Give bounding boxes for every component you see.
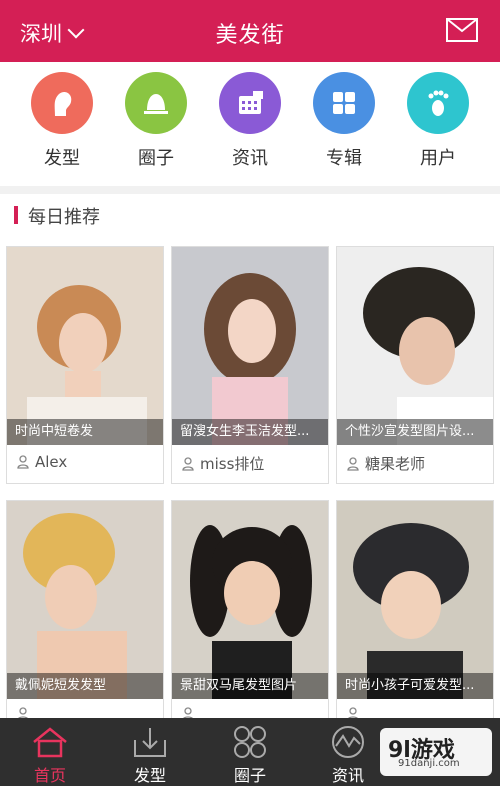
- category-bar: 发型 圈子 资讯 专辑 用户: [0, 62, 500, 186]
- profile-head-icon: [31, 72, 93, 134]
- card-caption: 时尚小孩子可爱发型...: [337, 673, 493, 699]
- card-caption: 景甜双马尾发型图片: [172, 673, 328, 699]
- user-icon: [182, 456, 194, 471]
- recommend-card[interactable]: 时尚中短卷发 Alex: [6, 246, 164, 484]
- footprint-icon: [407, 72, 469, 134]
- author-name: Alex: [35, 453, 68, 471]
- watermark-url: 91danji.com: [398, 758, 460, 769]
- category-label: 资讯: [232, 148, 268, 169]
- tab-news[interactable]: 资讯: [308, 724, 388, 786]
- grid-dots-icon: [219, 72, 281, 134]
- category-album[interactable]: 专辑: [304, 72, 384, 170]
- hairstyle-photo: [172, 501, 328, 699]
- category-hairstyle[interactable]: 发型: [22, 72, 102, 170]
- section-accent: [14, 206, 18, 224]
- card-author: Alex: [17, 453, 67, 471]
- hairstyle-photo: [7, 247, 163, 445]
- tab-circle[interactable]: 圈子: [210, 724, 290, 786]
- tab-label: 圈子: [233, 766, 266, 785]
- card-author: 糖果老师: [347, 453, 425, 474]
- card-caption: 时尚中短卷发: [7, 419, 163, 445]
- user-icon: [347, 456, 359, 471]
- card-caption: 留溲女生李玉洁发型...: [172, 419, 328, 445]
- site-watermark: 9l游戏 91danji.com: [380, 728, 492, 776]
- hairstyle-photo: [7, 501, 163, 699]
- recommend-grid: 时尚中短卷发 Alex 留溲女生李玉洁发型... miss排位 个性沙宣发型图片…: [0, 236, 500, 738]
- card-author: miss排位: [182, 453, 264, 474]
- tab-hairstyle[interactable]: 发型: [110, 724, 190, 786]
- daily-recommend-header: 每日推荐: [0, 194, 500, 236]
- four-squares-icon: [313, 72, 375, 134]
- category-label: 发型: [44, 148, 80, 169]
- category-label: 专辑: [326, 148, 362, 169]
- hairstyle-photo: [337, 501, 493, 699]
- recommend-card[interactable]: 留溲女生李玉洁发型... miss排位: [171, 246, 329, 484]
- four-circles-icon: [210, 724, 290, 760]
- tab-label: 首页: [33, 766, 66, 785]
- card-caption: 个性沙宣发型图片设...: [337, 419, 493, 445]
- tab-home[interactable]: 首页: [10, 724, 90, 786]
- activity-circle-icon: [308, 724, 388, 760]
- category-circle[interactable]: 圈子: [116, 72, 196, 170]
- recommend-card[interactable]: 个性沙宣发型图片设... 糖果老师: [336, 246, 494, 484]
- card-caption: 戴佩妮短发发型: [7, 673, 163, 699]
- app-title: 美发街: [215, 23, 285, 48]
- section-title: 每日推荐: [28, 207, 100, 228]
- hairstyle-photo: [172, 247, 328, 445]
- bell-stand-icon: [125, 72, 187, 134]
- hairstyle-photo: [337, 247, 493, 445]
- tab-label: 发型: [133, 766, 166, 785]
- user-icon: [17, 455, 29, 469]
- category-users[interactable]: 用户: [398, 72, 478, 170]
- home-icon: [10, 724, 90, 760]
- mail-icon[interactable]: [446, 18, 478, 42]
- author-name: 糖果老师: [365, 455, 426, 473]
- top-header: 深圳 美发街: [0, 0, 500, 62]
- recommend-card[interactable]: 景甜双马尾发型图片: [171, 500, 329, 738]
- category-label: 用户: [420, 148, 456, 169]
- category-label: 圈子: [138, 148, 174, 169]
- recommend-card[interactable]: 戴佩妮短发发型: [6, 500, 164, 738]
- recommend-card[interactable]: 时尚小孩子可爱发型...: [336, 500, 494, 738]
- category-news[interactable]: 资讯: [210, 72, 290, 170]
- tab-label: 资讯: [331, 766, 364, 785]
- author-name: miss排位: [200, 455, 265, 473]
- download-tray-icon: [110, 724, 190, 760]
